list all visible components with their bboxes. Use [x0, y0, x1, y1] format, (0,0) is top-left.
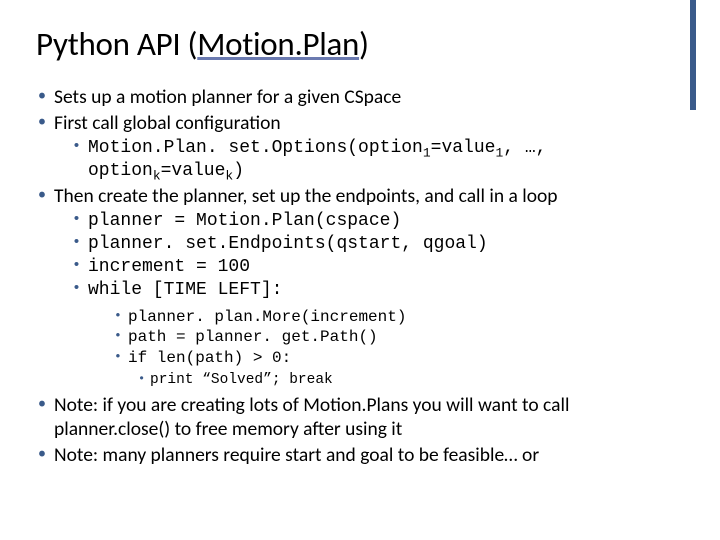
bullet-item: Note: many planners require start and go… [36, 444, 684, 468]
text: Sets up a motion planner for a given CSp… [54, 85, 401, 109]
text: planner. set.Endpoints(qstart, qgoal) [88, 234, 488, 254]
sub-sub-sub-list: print “Solved”; break [136, 372, 684, 390]
bullet-list: Note: if you are creating lots of Motion… [36, 394, 684, 467]
slide-body: Sets up a motion planner for a given CSp… [36, 86, 684, 468]
text: planner. plan.More(increment) [128, 308, 406, 326]
bullet-item: Then create the planner, set up the endp… [36, 185, 684, 209]
text: path = planner. get.Path() [128, 328, 378, 346]
accent-bar [690, 0, 696, 110]
subscript: k [153, 169, 161, 184]
sub-list: Motion.Plan. set.Options(option1=value1,… [70, 138, 684, 185]
text: if len(path) > 0: [128, 349, 291, 367]
title-prefix: Python API ( [36, 24, 197, 64]
text: =value [431, 138, 496, 158]
text: =value [161, 161, 226, 181]
sub-list: planner = Motion.Plan(cspace) planner. s… [70, 211, 684, 302]
code-line: path = planner. get.Path() [112, 328, 684, 348]
text: ) [233, 161, 244, 181]
bullet-item: First call global configuration [36, 112, 684, 136]
code-line: planner = Motion.Plan(cspace) [70, 211, 684, 233]
code-line: while [TIME LEFT]: [70, 280, 684, 302]
slide-title: Python API (Motion.Plan) [36, 24, 684, 64]
bullet-item: Note: if you are creating lots of Motion… [36, 394, 684, 442]
code-line: planner. set.Endpoints(qstart, qgoal) [70, 234, 684, 256]
code-line: if len(path) > 0: [112, 349, 684, 369]
text: print “Solved”; break [150, 372, 333, 388]
text: Note: many planners require start and go… [54, 443, 539, 467]
text: while [TIME LEFT]: [88, 280, 282, 300]
code-line: planner. plan.More(increment) [112, 308, 684, 328]
code-line: print “Solved”; break [136, 372, 684, 390]
text: planner = Motion.Plan(cspace) [88, 211, 401, 231]
code-line: increment = 100 [70, 257, 684, 279]
text: Then create the planner, set up the endp… [54, 184, 558, 208]
bullet-list: Sets up a motion planner for a given CSp… [36, 86, 684, 136]
code-line: Motion.Plan. set.Options(option1=value1,… [70, 138, 684, 185]
text: Note: if you are creating lots of Motion… [54, 393, 569, 441]
title-link: Motion.Plan [197, 24, 359, 64]
bullet-list: Then create the planner, set up the endp… [36, 185, 684, 209]
text: First call global configuration [54, 111, 281, 135]
title-suffix: ) [359, 24, 369, 64]
bullet-item: Sets up a motion planner for a given CSp… [36, 86, 684, 110]
text: Motion.Plan. set.Options(option [88, 138, 423, 158]
subscript: 1 [423, 145, 431, 160]
sub-sub-list: planner. plan.More(increment) path = pla… [112, 308, 684, 369]
slide: Python API (Motion.Plan) Sets up a motio… [0, 0, 720, 540]
text: increment = 100 [88, 257, 250, 277]
